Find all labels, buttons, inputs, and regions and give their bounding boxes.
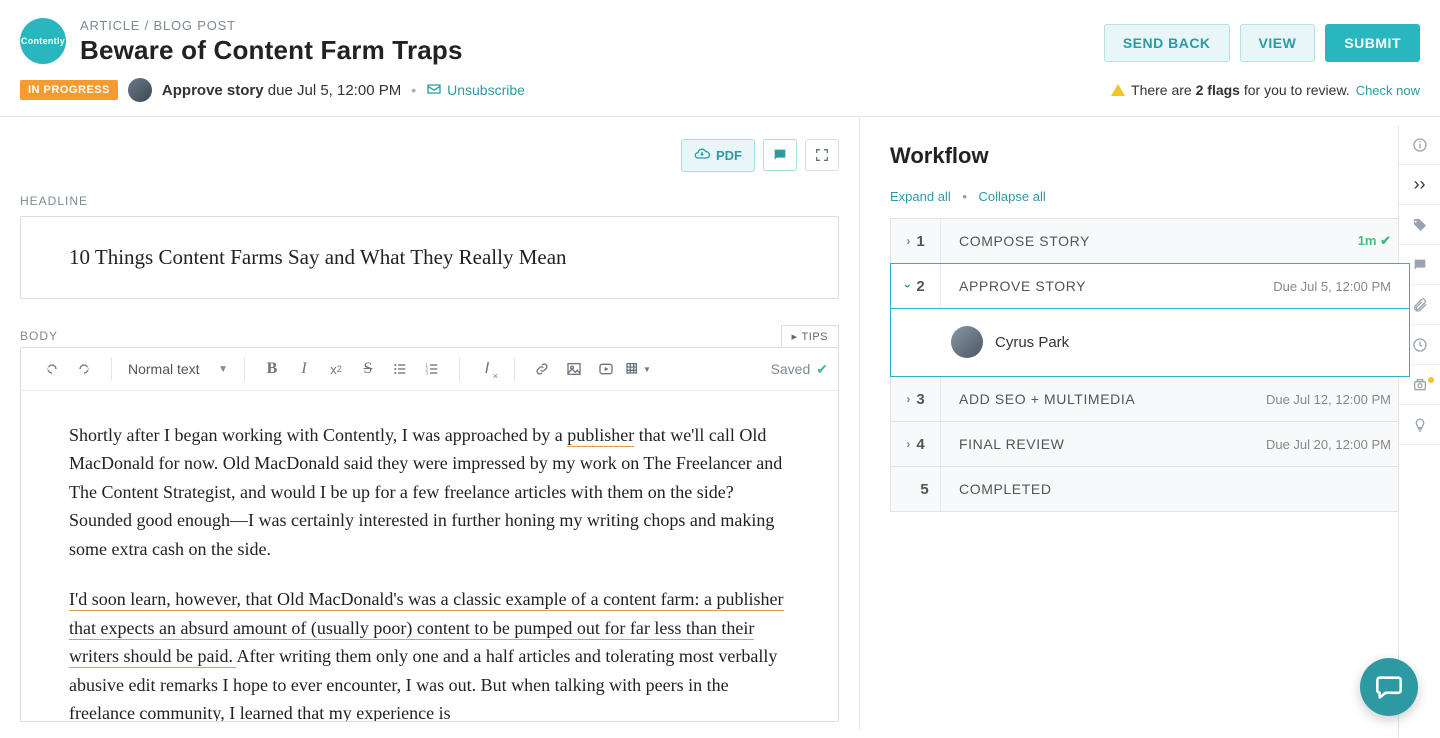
body-editor: Normal text ▼ B I x2 S 123 I× <box>20 347 839 722</box>
chevron-down-icon: › <box>901 284 915 288</box>
flagged-word[interactable]: publisher <box>567 425 634 447</box>
fullscreen-button[interactable] <box>805 139 839 171</box>
workflow-step[interactable]: ›3 ADD SEO + MULTIMEDIA Due Jul 12, 12:0… <box>890 376 1410 422</box>
workflow-step-due: Due Jul 5, 12:00 PM <box>1273 279 1391 294</box>
chat-fab[interactable] <box>1360 658 1418 716</box>
workflow-step-title: COMPLETED <box>959 481 1052 497</box>
warning-icon <box>1111 84 1125 96</box>
workflow-step-due: Due Jul 20, 12:00 PM <box>1266 437 1391 452</box>
superscript-button[interactable]: x2 <box>321 354 351 384</box>
svg-text:3: 3 <box>425 370 428 375</box>
workflow-step[interactable]: ›4 FINAL REVIEW Due Jul 20, 12:00 PM <box>890 421 1410 467</box>
workflow-step-title: COMPOSE STORY <box>959 233 1090 249</box>
undo-button[interactable] <box>37 354 67 384</box>
collapse-all-link[interactable]: Collapse all <box>979 189 1046 204</box>
flags-notice: There are 2 flags for you to review. Che… <box>1111 82 1420 98</box>
video-button[interactable] <box>591 354 621 384</box>
check-flags-link[interactable]: Check now <box>1356 83 1420 98</box>
check-icon: ✔ <box>816 361 828 378</box>
brand-logo: Contently <box>20 18 66 64</box>
workflow-title: Workflow <box>890 143 1410 169</box>
right-rail: ›› <box>1398 125 1440 738</box>
workflow-step-active[interactable]: ›2 APPROVE STORY Due Jul 5, 12:00 PM <box>890 263 1410 309</box>
status-action: Approve story <box>162 82 264 99</box>
workflow-pane: Workflow Expand all • Collapse all ›1 CO… <box>860 117 1440 730</box>
workflow-step-title: ADD SEO + MULTIMEDIA <box>959 391 1135 407</box>
workflow-list: ›1 COMPOSE STORY 1m ✔ ›2 APPROVE STORY D… <box>898 218 1410 512</box>
headline-input[interactable]: 10 Things Content Farms Say and What The… <box>20 216 839 299</box>
mail-icon <box>426 81 442 100</box>
editor-toolbar: Normal text ▼ B I x2 S 123 I× <box>21 348 838 391</box>
save-indicator: Saved ✔ <box>771 361 828 378</box>
workflow-step-due: Due Jul 12, 12:00 PM <box>1266 392 1391 407</box>
chevron-right-icon: › <box>906 392 910 406</box>
tags-icon[interactable] <box>1399 205 1440 245</box>
expand-all-link[interactable]: Expand all <box>890 189 951 204</box>
export-pdf-button[interactable]: PDF <box>681 139 755 172</box>
collapse-panel-icon[interactable]: ›› <box>1399 165 1440 205</box>
comments-button[interactable] <box>763 139 797 171</box>
body-label: BODY <box>20 329 58 343</box>
numbered-list-button[interactable]: 123 <box>417 354 447 384</box>
headline-label: HEADLINE <box>20 194 839 208</box>
unsubscribe-link[interactable]: Unsubscribe <box>426 81 525 100</box>
breadcrumb: ARTICLE / BLOG POST <box>80 18 1104 33</box>
view-button[interactable]: VIEW <box>1240 24 1316 62</box>
table-button[interactable]: ▼ <box>623 354 653 384</box>
workflow-step[interactable]: ›1 COMPOSE STORY 1m ✔ <box>890 218 1410 264</box>
cloud-download-icon <box>694 146 710 165</box>
workflow-step-done: 1m ✔ <box>1358 233 1391 249</box>
redo-button[interactable] <box>69 354 99 384</box>
bullet-list-button[interactable] <box>385 354 415 384</box>
separator-dot: • <box>411 82 416 98</box>
workflow-step[interactable]: 5 COMPLETED <box>890 466 1410 512</box>
workflow-step-body: Cyrus Park <box>890 308 1410 377</box>
bold-button[interactable]: B <box>257 354 287 384</box>
body-content[interactable]: Shortly after I began working with Conte… <box>21 391 838 721</box>
assignee-avatar <box>951 326 983 358</box>
status-badge: IN PROGRESS <box>20 80 118 100</box>
caret-right-icon: ▸ <box>792 330 798 343</box>
strikethrough-button[interactable]: S <box>353 354 383 384</box>
page-title: Beware of Content Farm Traps <box>80 35 1104 66</box>
format-select[interactable]: Normal text ▼ <box>118 357 238 381</box>
image-button[interactable] <box>559 354 589 384</box>
status-text: Approve story due Jul 5, 12:00 PM <box>162 82 401 99</box>
editor-pane: PDF HEADLINE 10 Things Content Farms Say… <box>0 117 860 730</box>
assignee-avatar <box>128 78 152 102</box>
send-back-button[interactable]: SEND BACK <box>1104 24 1230 62</box>
page-header: Contently ARTICLE / BLOG POST Beware of … <box>0 0 1440 117</box>
italic-button[interactable]: I <box>289 354 319 384</box>
workflow-step-title: FINAL REVIEW <box>959 436 1064 452</box>
chevron-right-icon: › <box>906 234 910 248</box>
status-due: due Jul 5, 12:00 PM <box>268 82 401 99</box>
lightbulb-icon[interactable] <box>1399 405 1440 445</box>
link-button[interactable] <box>527 354 557 384</box>
info-icon[interactable] <box>1399 125 1440 165</box>
clear-format-button[interactable]: I× <box>472 354 502 384</box>
workflow-step-title: APPROVE STORY <box>959 278 1086 294</box>
chevron-right-icon: › <box>906 437 910 451</box>
assignee-name: Cyrus Park <box>995 334 1069 351</box>
submit-button[interactable]: SUBMIT <box>1325 24 1420 62</box>
chevron-down-icon: ▼ <box>218 364 228 375</box>
tips-button[interactable]: ▸ TIPS <box>781 325 839 347</box>
